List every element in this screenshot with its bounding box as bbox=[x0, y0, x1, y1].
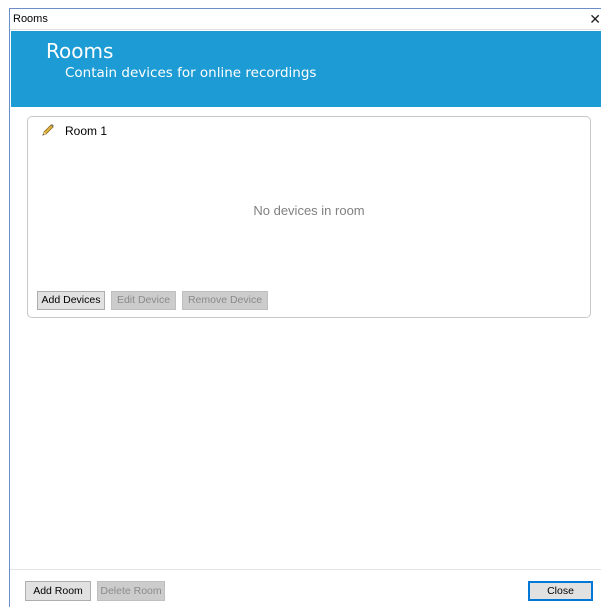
close-button[interactable]: Close bbox=[528, 581, 593, 601]
room-card: Room 1 No devices in room Add Devices Ed… bbox=[27, 116, 591, 318]
empty-room-message: No devices in room bbox=[253, 203, 365, 218]
window-title: Rooms bbox=[13, 13, 48, 25]
close-window-icon[interactable]: ✕ bbox=[587, 10, 601, 28]
pencil-icon[interactable] bbox=[40, 122, 56, 138]
delete-room-button[interactable]: Delete Room bbox=[97, 581, 165, 601]
room-name: Room 1 bbox=[65, 124, 108, 138]
header-banner: Rooms Contain devices for online recordi… bbox=[11, 31, 601, 107]
remove-device-button[interactable]: Remove Device bbox=[182, 291, 268, 310]
banner-title: Rooms bbox=[46, 39, 114, 63]
rooms-window: Rooms ✕ Rooms Contain devices for online… bbox=[9, 8, 601, 607]
edit-device-button[interactable]: Edit Device bbox=[111, 291, 176, 310]
add-room-button[interactable]: Add Room bbox=[25, 581, 91, 601]
title-bar: Rooms ✕ bbox=[10, 9, 601, 30]
banner-subtitle: Contain devices for online recordings bbox=[65, 65, 317, 81]
footer-divider bbox=[10, 569, 601, 570]
add-devices-button[interactable]: Add Devices bbox=[37, 291, 105, 310]
